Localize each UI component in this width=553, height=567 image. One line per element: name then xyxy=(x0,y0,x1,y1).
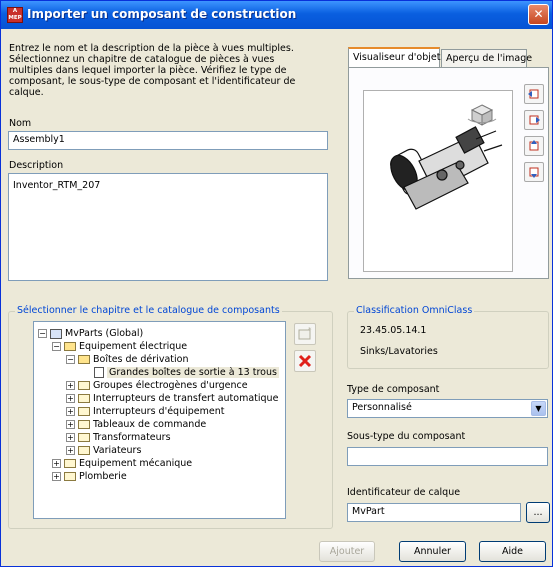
new-chapter-button[interactable]: * xyxy=(294,323,316,345)
component-subtype-label: Sous-type du composant xyxy=(347,431,466,442)
description-label: Description xyxy=(9,160,64,171)
computer-icon xyxy=(50,328,62,339)
collapse-icon[interactable]: − xyxy=(38,329,47,338)
expand-icon[interactable]: + xyxy=(66,394,75,403)
layer-key-label: Identificateur de calque xyxy=(347,487,461,498)
expand-icon[interactable]: + xyxy=(66,420,75,429)
view-top-button[interactable] xyxy=(524,136,544,156)
tab-object-viewer[interactable]: Visualiseur d'objets xyxy=(348,47,445,67)
intro-text: Entrez le nom et la description de la pi… xyxy=(9,43,296,98)
catalog-group-label: Sélectionner le chapitre et le catalogue… xyxy=(15,305,282,316)
folder-icon xyxy=(78,394,90,403)
name-label: Nom xyxy=(9,118,32,129)
view-front-icon xyxy=(528,89,539,99)
view-iso-button[interactable] xyxy=(524,162,544,182)
add-button[interactable]: Ajouter xyxy=(319,541,375,562)
folder-icon xyxy=(64,459,76,468)
component-type-select[interactable]: Personnalisé ▼ xyxy=(347,399,548,418)
omniclass-group: Classification OmniClass xyxy=(347,305,549,369)
catalog-tree[interactable]: − MvParts (Global) − Equipement électrique… xyxy=(33,321,286,519)
folder-open-icon xyxy=(64,342,76,351)
tree-node-transfer-switches[interactable]: + Interrupteurs de transfert automatique xyxy=(66,393,278,405)
viewcube-icon[interactable] xyxy=(364,91,514,271)
expand-icon[interactable]: + xyxy=(52,459,61,468)
view-front-button[interactable] xyxy=(524,84,544,104)
delete-icon xyxy=(298,354,312,368)
object-viewer-panel xyxy=(348,67,549,279)
expand-icon[interactable]: + xyxy=(52,472,61,481)
folder-icon xyxy=(78,446,90,455)
new-folder-icon: * xyxy=(298,326,312,340)
folder-icon xyxy=(64,472,76,481)
delete-chapter-button[interactable] xyxy=(294,350,316,372)
layer-key-input[interactable]: MvPart xyxy=(347,503,521,522)
tree-node-transformers[interactable]: + Transformateurs xyxy=(66,432,171,444)
folder-icon xyxy=(78,433,90,442)
tree-node-equipment-switches[interactable]: + Interrupteurs d'équipement xyxy=(66,406,224,418)
folder-icon xyxy=(78,407,90,416)
chevron-down-icon[interactable]: ▼ xyxy=(531,401,546,416)
tree-node-plumbing[interactable]: + Plomberie xyxy=(52,471,127,483)
help-button[interactable]: Aide xyxy=(479,541,546,562)
omniclass-code: 23.45.05.14.1 xyxy=(360,325,427,336)
tab-image-preview[interactable]: Aperçu de l'image xyxy=(441,49,532,67)
collapse-icon[interactable]: − xyxy=(66,355,75,364)
description-textarea[interactable]: Inventor_RTM_207 xyxy=(8,173,328,281)
close-button[interactable]: ✕ xyxy=(528,4,549,25)
folder-icon xyxy=(78,381,90,390)
tree-node-electrical[interactable]: − Equipement électrique xyxy=(52,341,187,353)
expand-icon[interactable]: + xyxy=(66,433,75,442)
component-subtype-input[interactable] xyxy=(347,447,548,466)
view-iso-icon xyxy=(529,167,539,178)
catalog-page-icon xyxy=(94,367,104,378)
tree-node-mechanical[interactable]: + Equipement mécanique xyxy=(52,458,192,470)
expand-icon[interactable]: + xyxy=(66,407,75,416)
folder-open-icon xyxy=(78,355,90,364)
omniclass-name: Sinks/Lavatories xyxy=(360,346,438,357)
view-top-icon xyxy=(529,140,539,151)
expand-icon[interactable]: + xyxy=(66,446,75,455)
expand-icon[interactable]: + xyxy=(66,381,75,390)
view-right-button[interactable] xyxy=(524,110,544,130)
component-type-label: Type de composant xyxy=(347,384,440,395)
folder-icon xyxy=(78,420,90,429)
omniclass-group-label: Classification OmniClass xyxy=(354,305,475,316)
svg-text:*: * xyxy=(308,326,312,334)
tree-node-large-boxes[interactable]: Grandes boîtes de sortie à 13 trous xyxy=(94,367,279,379)
tree-node-junction-boxes[interactable]: − Boîtes de dérivation xyxy=(66,354,188,366)
tree-node-mvparts[interactable]: − MvParts (Global) xyxy=(38,328,143,340)
collapse-icon[interactable]: − xyxy=(52,342,61,351)
dialog-window: A MEP Importer un composant de construct… xyxy=(0,0,553,567)
tree-node-drives[interactable]: + Variateurs xyxy=(66,445,141,457)
view-right-icon xyxy=(529,115,540,125)
cancel-button[interactable]: Annuler xyxy=(399,541,466,562)
component-type-value: Personnalisé xyxy=(352,402,412,413)
name-input[interactable]: Assembly1 xyxy=(8,131,328,150)
object-preview[interactable] xyxy=(363,90,513,272)
tree-node-generators[interactable]: + Groupes électrogènes d'urgence xyxy=(66,380,248,392)
tree-node-switchboards[interactable]: + Tableaux de commande xyxy=(66,419,206,431)
app-icon: A MEP xyxy=(7,7,23,23)
title-bar: A MEP Importer un composant de construct… xyxy=(1,1,552,29)
layer-key-browse-button[interactable]: ... xyxy=(526,502,550,523)
window-title: Importer un composant de construction xyxy=(27,7,297,21)
